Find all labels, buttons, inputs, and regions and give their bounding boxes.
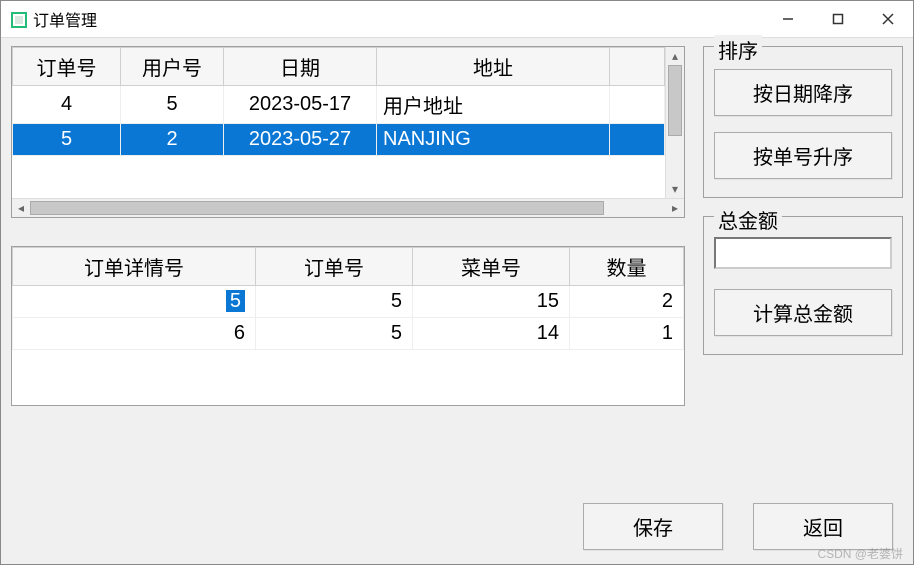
scroll-thumb[interactable] bbox=[668, 65, 682, 136]
client-area: 订单号用户号日期地址 452023-05-17用户地址522023-05-27N… bbox=[1, 38, 913, 564]
sort-id-asc-button[interactable]: 按单号升序 bbox=[714, 132, 892, 179]
sort-group: 排序 按日期降序 按单号升序 bbox=[703, 46, 903, 198]
table-cell[interactable]: NANJING bbox=[377, 124, 610, 156]
table-cell[interactable]: 2 bbox=[569, 286, 683, 318]
orders-horizontal-scrollbar[interactable]: ◂ ▸ bbox=[12, 198, 684, 217]
main-window: 订单管理 订单号用户号日期地址 bbox=[0, 0, 914, 565]
scroll-thumb[interactable] bbox=[30, 201, 604, 215]
scroll-up-arrow-icon[interactable]: ▴ bbox=[666, 47, 684, 65]
table-cell[interactable]: 5 bbox=[121, 86, 224, 124]
sort-date-desc-button[interactable]: 按日期降序 bbox=[714, 69, 892, 116]
table-cell[interactable]: 2 bbox=[121, 124, 224, 156]
column-header[interactable]: 地址 bbox=[377, 48, 610, 86]
total-group: 总金额 计算总金额 bbox=[703, 216, 903, 355]
scroll-left-arrow-icon[interactable]: ◂ bbox=[12, 199, 30, 217]
window-title: 订单管理 bbox=[33, 7, 763, 31]
table-cell[interactable]: 14 bbox=[413, 318, 570, 350]
titlebar: 订单管理 bbox=[1, 1, 913, 38]
details-table[interactable]: 订单详情号订单号菜单号数量 5515265141 bbox=[12, 247, 684, 350]
column-header[interactable]: 订单号 bbox=[13, 48, 121, 86]
table-cell[interactable]: 2023-05-27 bbox=[224, 124, 377, 156]
column-header[interactable]: 菜单号 bbox=[413, 248, 570, 286]
column-header[interactable]: 数量 bbox=[569, 248, 683, 286]
table-row[interactable]: 522023-05-27NANJING bbox=[13, 124, 665, 156]
column-header[interactable]: 订单详情号 bbox=[13, 248, 256, 286]
table-cell[interactable]: 15 bbox=[413, 286, 570, 318]
maximize-button[interactable] bbox=[813, 1, 863, 37]
table-cell[interactable]: 5 bbox=[256, 318, 413, 350]
table-cell[interactable]: 1 bbox=[569, 318, 683, 350]
orders-vertical-scrollbar[interactable]: ▴ ▾ bbox=[665, 47, 684, 198]
scroll-down-arrow-icon[interactable]: ▾ bbox=[666, 180, 684, 198]
orders-table[interactable]: 订单号用户号日期地址 452023-05-17用户地址522023-05-27N… bbox=[12, 47, 665, 156]
table-cell[interactable]: 2023-05-17 bbox=[224, 86, 377, 124]
scroll-right-arrow-icon[interactable]: ▸ bbox=[666, 199, 684, 217]
bottom-bar: 保存 返回 bbox=[583, 503, 893, 550]
table-row[interactable]: 55152 bbox=[13, 286, 684, 318]
total-group-title: 总金额 bbox=[714, 205, 782, 234]
back-button[interactable]: 返回 bbox=[753, 503, 893, 550]
orders-table-container: 订单号用户号日期地址 452023-05-17用户地址522023-05-27N… bbox=[11, 46, 685, 218]
cell-spacer bbox=[610, 86, 665, 124]
details-table-container: 订单详情号订单号菜单号数量 5515265141 bbox=[11, 246, 685, 406]
minimize-button[interactable] bbox=[763, 1, 813, 37]
column-header[interactable]: 用户号 bbox=[121, 48, 224, 86]
table-row[interactable]: 65141 bbox=[13, 318, 684, 350]
cell-spacer bbox=[610, 124, 665, 156]
table-cell[interactable]: 5 bbox=[256, 286, 413, 318]
sort-group-title: 排序 bbox=[714, 35, 762, 64]
table-cell[interactable]: 用户地址 bbox=[377, 86, 610, 124]
column-header[interactable]: 订单号 bbox=[256, 248, 413, 286]
column-header-spacer bbox=[610, 48, 665, 86]
table-row[interactable]: 452023-05-17用户地址 bbox=[13, 86, 665, 124]
table-cell[interactable]: 5 bbox=[13, 286, 256, 318]
total-amount-input[interactable] bbox=[714, 237, 892, 269]
window-controls bbox=[763, 1, 913, 37]
close-button[interactable] bbox=[863, 1, 913, 37]
table-cell[interactable]: 5 bbox=[13, 124, 121, 156]
table-cell[interactable]: 4 bbox=[13, 86, 121, 124]
save-button[interactable]: 保存 bbox=[583, 503, 723, 550]
column-header[interactable]: 日期 bbox=[224, 48, 377, 86]
app-icon bbox=[11, 11, 27, 27]
calc-total-button[interactable]: 计算总金额 bbox=[714, 289, 892, 336]
table-cell[interactable]: 6 bbox=[13, 318, 256, 350]
